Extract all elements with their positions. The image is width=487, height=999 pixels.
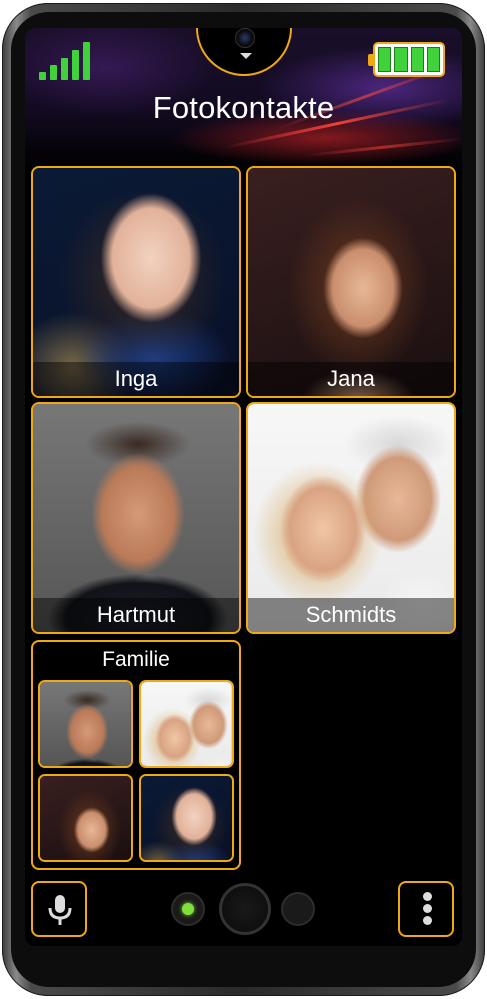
contact-name: Schmidts [248, 598, 454, 632]
group-tile-familie[interactable]: Familie [31, 640, 241, 870]
status-led-icon [182, 903, 194, 915]
contact-tile-hartmut[interactable]: Hartmut [31, 402, 241, 634]
front-camera-icon [235, 28, 255, 48]
group-member-photo [139, 774, 234, 862]
page-title: Fotokontakte [152, 90, 335, 125]
nav-recent-button[interactable] [281, 892, 315, 926]
contact-name: Hartmut [33, 598, 239, 632]
group-member-photo [139, 680, 234, 768]
group-member-photo [38, 774, 133, 862]
contact-tile-jana[interactable]: Jana [246, 166, 456, 398]
microphone-icon [48, 895, 72, 925]
group-member-photo [38, 680, 133, 768]
voice-input-button[interactable] [31, 881, 87, 937]
contact-tile-inga[interactable]: Inga [31, 166, 241, 398]
signal-strength-icon [39, 40, 93, 80]
bottom-bar [25, 874, 462, 946]
nav-back-button[interactable] [171, 892, 205, 926]
contact-name: Jana [248, 362, 454, 396]
battery-icon [368, 42, 445, 77]
screen: Fotokontakte Inga Jana Hartmut Schmidts … [25, 28, 462, 946]
more-options-button[interactable] [398, 881, 454, 937]
contact-tile-schmidts[interactable]: Schmidts [246, 402, 456, 634]
contact-name: Inga [33, 362, 239, 396]
pull-down-arrow-icon[interactable] [240, 53, 252, 59]
nav-home-button[interactable] [219, 883, 271, 935]
group-name: Familie [102, 648, 170, 671]
